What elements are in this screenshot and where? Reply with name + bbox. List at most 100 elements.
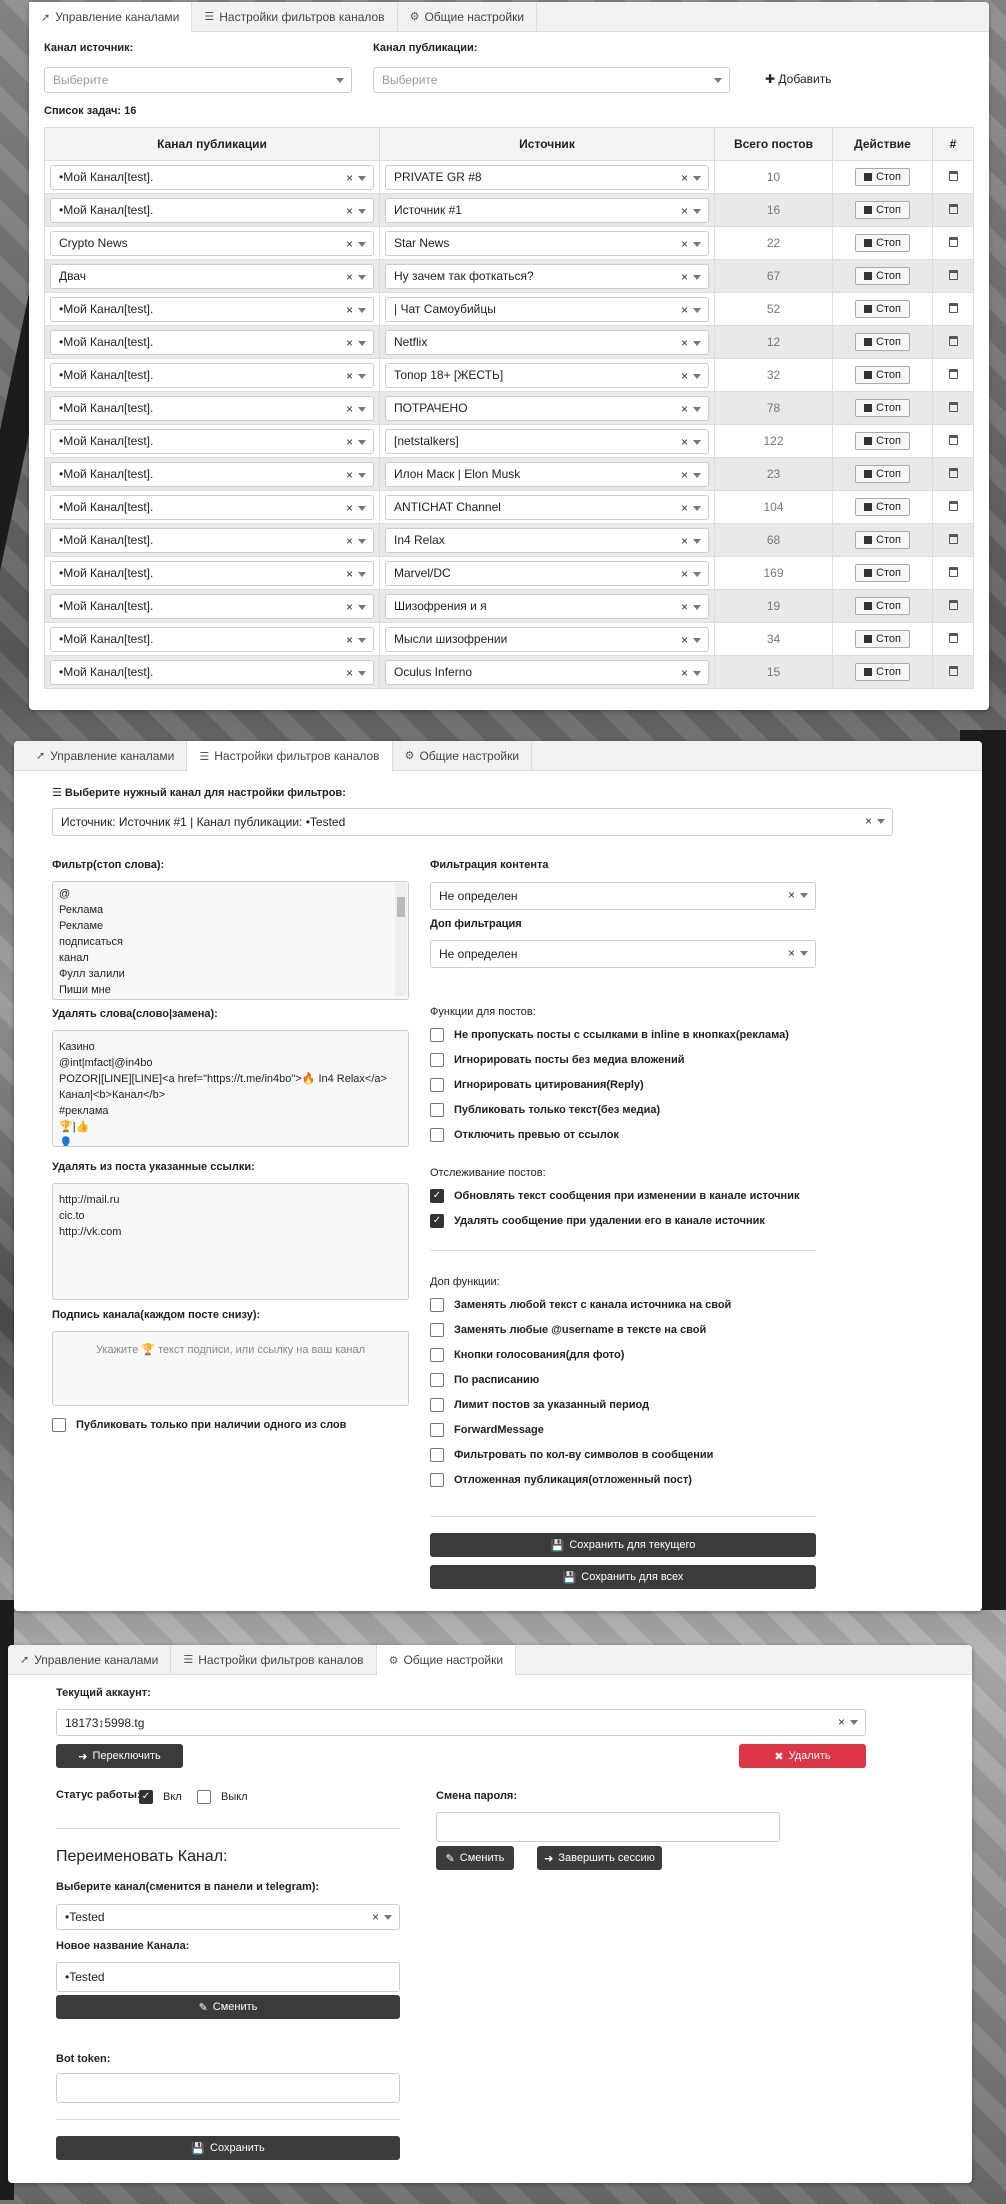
tab-channel-management[interactable]: ➚ Управление каналами: [29, 2, 193, 33]
tracking-checkbox[interactable]: ✓ Удалять сообщение при удалении его в ка…: [430, 1208, 850, 1233]
stop-button[interactable]: Стоп: [855, 564, 910, 582]
stop-button[interactable]: Стоп: [855, 597, 910, 615]
clear-icon[interactable]: ×: [346, 237, 353, 251]
row-source-select[interactable]: ANTICHAT Channel ×: [385, 494, 709, 520]
row-source-select[interactable]: Илон Маск | Elon Musk ×: [385, 461, 709, 487]
scrollbar[interactable]: [395, 883, 407, 996]
clear-icon[interactable]: ×: [681, 468, 688, 482]
row-source-select[interactable]: Топор 18+ [ЖЕСТЬ] ×: [385, 362, 709, 388]
trash-icon[interactable]: [948, 336, 958, 346]
clear-icon[interactable]: ×: [346, 270, 353, 284]
delete-account-button[interactable]: ✖ Удалить: [739, 1744, 866, 1768]
clear-icon[interactable]: ×: [346, 501, 353, 515]
extra-functions-checkbox[interactable]: ForwardMessage: [430, 1417, 850, 1442]
trash-icon[interactable]: [948, 237, 958, 247]
row-pub-select[interactable]: •Мой Канал[test]. ×: [50, 329, 374, 355]
trash-icon[interactable]: [948, 369, 958, 379]
clear-icon[interactable]: ×: [681, 666, 688, 680]
stop-button[interactable]: Стоп: [855, 630, 910, 648]
content-filter-select[interactable]: Не определен ×: [430, 882, 816, 910]
source-channel-select[interactable]: Выберите: [44, 67, 352, 93]
stop-button[interactable]: Стоп: [855, 498, 910, 516]
trash-icon[interactable]: [948, 600, 958, 610]
clear-icon[interactable]: ×: [346, 204, 353, 218]
trash-icon[interactable]: [948, 204, 958, 214]
trash-icon[interactable]: [948, 270, 958, 280]
trash-icon[interactable]: [948, 468, 958, 478]
row-pub-select[interactable]: •Мой Канал[test]. ×: [50, 659, 374, 685]
extra-functions-checkbox[interactable]: Заменять любой текст с канала источника …: [430, 1292, 850, 1317]
clear-icon[interactable]: ×: [346, 303, 353, 317]
stop-button[interactable]: Стоп: [855, 366, 910, 384]
extra-functions-checkbox[interactable]: Кнопки голосования(для фото): [430, 1342, 850, 1367]
stop-button[interactable]: Стоп: [855, 168, 910, 186]
rename-change-button[interactable]: ✎ Сменить: [56, 1995, 400, 2019]
clear-icon[interactable]: ×: [681, 270, 688, 284]
clear-icon[interactable]: ×: [681, 633, 688, 647]
clear-icon[interactable]: ×: [346, 534, 353, 548]
stop-button[interactable]: Стоп: [855, 465, 910, 483]
row-source-select[interactable]: Marvel/DC ×: [385, 560, 709, 586]
switch-account-button[interactable]: ➜ Переключить: [56, 1744, 183, 1768]
password-input[interactable]: [436, 1812, 780, 1842]
rename-channel-select[interactable]: •Tested ×: [56, 1904, 400, 1930]
extra-functions-checkbox[interactable]: Лимит постов за указанный период: [430, 1392, 850, 1417]
row-pub-select[interactable]: •Мой Канал[test]. ×: [50, 461, 374, 487]
trash-icon[interactable]: [948, 402, 958, 412]
tab-channel-management[interactable]: ➚ Управление каналами: [8, 1645, 172, 1674]
stop-button[interactable]: Стоп: [855, 531, 910, 549]
clear-icon[interactable]: ×: [681, 336, 688, 350]
trash-icon[interactable]: [948, 567, 958, 577]
remove-links-textarea[interactable]: http://mail.ru cic.to http://vk.com: [52, 1183, 409, 1300]
tab-general-settings[interactable]: ⚙ Общие настройки: [376, 1645, 517, 1676]
clear-icon[interactable]: ×: [681, 237, 688, 251]
stop-button[interactable]: Стоп: [855, 267, 910, 285]
row-pub-select[interactable]: •Мой Канал[test]. ×: [50, 494, 374, 520]
row-source-select[interactable]: Мысли шизофрении ×: [385, 626, 709, 652]
end-session-button[interactable]: ➜ Завершить сессию: [537, 1846, 662, 1870]
clear-icon[interactable]: ×: [865, 814, 872, 828]
row-source-select[interactable]: Netflix ×: [385, 329, 709, 355]
row-pub-select[interactable]: •Мой Канал[test]. ×: [50, 626, 374, 652]
clear-icon[interactable]: ×: [346, 468, 353, 482]
account-select[interactable]: 18173↕5998.tg ×: [56, 1709, 866, 1736]
add-button[interactable]: ✚ Добавить: [765, 72, 831, 86]
row-source-select[interactable]: [netstalkers] ×: [385, 428, 709, 454]
extra-functions-checkbox[interactable]: Заменять любые @username в тексте на сво…: [430, 1317, 850, 1342]
row-source-select[interactable]: Ну зачем так фоткаться? ×: [385, 263, 709, 289]
new-name-input[interactable]: •Tested: [56, 1962, 400, 1992]
row-pub-select[interactable]: •Мой Канал[test]. ×: [50, 428, 374, 454]
clear-icon[interactable]: ×: [681, 600, 688, 614]
clear-icon[interactable]: ×: [681, 567, 688, 581]
clear-icon[interactable]: ×: [681, 402, 688, 416]
save-all-button[interactable]: 💾 Сохранить для всех: [430, 1565, 816, 1589]
stop-button[interactable]: Стоп: [855, 201, 910, 219]
clear-icon[interactable]: ×: [346, 600, 353, 614]
trash-icon[interactable]: [948, 666, 958, 676]
stop-button[interactable]: Стоп: [855, 234, 910, 252]
status-on-checkbox[interactable]: ✓ Вкл: [139, 1784, 182, 1809]
password-change-button[interactable]: ✎ Сменить: [436, 1846, 514, 1870]
stop-button[interactable]: Стоп: [855, 432, 910, 450]
tracking-checkbox[interactable]: ✓ Обновлять текст сообщения при изменении…: [430, 1183, 850, 1208]
status-off-checkbox[interactable]: Выкл: [197, 1784, 248, 1809]
row-pub-select[interactable]: •Мой Канал[test]. ×: [50, 560, 374, 586]
extra-functions-checkbox[interactable]: Отложенная публикация(отложенный пост): [430, 1467, 850, 1492]
row-source-select[interactable]: Шизофрения и я ×: [385, 593, 709, 619]
trash-icon[interactable]: [948, 501, 958, 511]
row-pub-select[interactable]: •Мой Канал[test]. ×: [50, 395, 374, 421]
row-pub-select[interactable]: •Мой Канал[test]. ×: [50, 527, 374, 553]
replace-words-textarea[interactable]: Казино @int|mfact|@in4bo POZOR|[LINE][LI…: [52, 1030, 409, 1147]
tab-channel-management[interactable]: ➚ Управление каналами: [24, 741, 188, 770]
stop-button[interactable]: Стоп: [855, 399, 910, 417]
tab-general-settings[interactable]: ⚙ Общие настройки: [393, 741, 533, 770]
row-source-select[interactable]: | Чат Самоубийцы ×: [385, 296, 709, 322]
row-source-select[interactable]: Oculus Inferno ×: [385, 659, 709, 685]
row-pub-select[interactable]: •Мой Канал[test]. ×: [50, 296, 374, 322]
row-pub-select[interactable]: •Мой Канал[test]. ×: [50, 362, 374, 388]
clear-icon[interactable]: ×: [838, 1715, 845, 1729]
row-source-select[interactable]: Источник #1 ×: [385, 197, 709, 223]
post-functions-checkbox[interactable]: Публиковать только текст(без медиа): [430, 1097, 830, 1122]
clear-icon[interactable]: ×: [681, 534, 688, 548]
filter-channel-select[interactable]: Источник: Источник #1 | Канал публикации…: [52, 808, 893, 836]
